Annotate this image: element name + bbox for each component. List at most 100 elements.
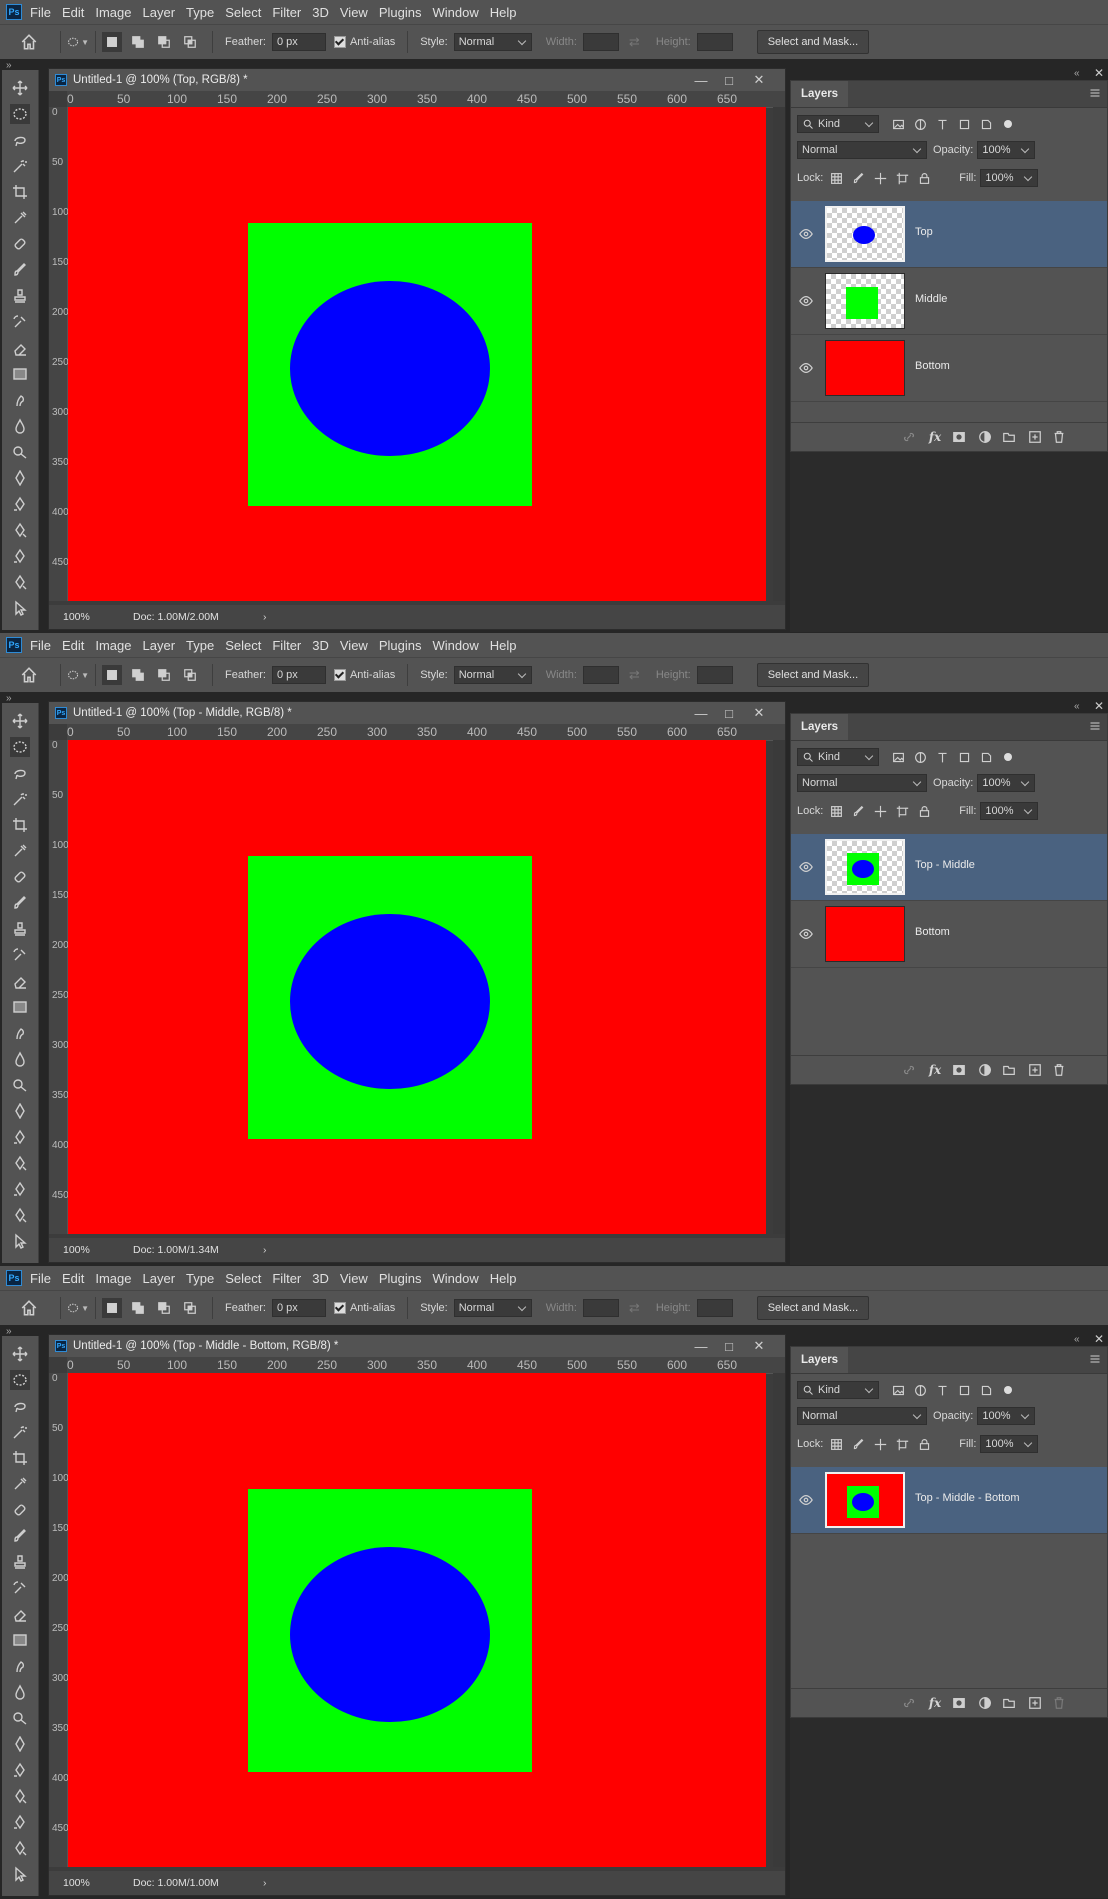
swap-dimensions-icon[interactable]: ⇄ — [629, 1300, 640, 1316]
menu-file[interactable]: File — [30, 5, 51, 20]
layer-thumbnail[interactable] — [825, 906, 905, 962]
lock-pixels-icon[interactable] — [829, 1437, 843, 1451]
menu-filter[interactable]: Filter — [272, 5, 301, 20]
filter-image-icon[interactable] — [891, 750, 905, 764]
layer-row[interactable]: Top — [791, 201, 1107, 268]
filter-image-icon[interactable] — [891, 117, 905, 131]
zoom-level[interactable]: 100% — [63, 611, 133, 623]
panel-menu-icon[interactable] — [1089, 1353, 1101, 1368]
menu-plugins[interactable]: Plugins — [379, 1271, 422, 1286]
image-canvas[interactable] — [68, 107, 766, 601]
layer-row[interactable]: Middle — [791, 268, 1107, 335]
filter-type-icon[interactable] — [935, 117, 949, 131]
filter-type-icon[interactable] — [935, 750, 949, 764]
intersect-selection-icon[interactable] — [180, 665, 200, 685]
menu-file[interactable]: File — [30, 638, 51, 653]
visibility-eye-icon[interactable] — [799, 294, 813, 308]
adjustment-layer-icon[interactable] — [977, 430, 993, 444]
lock-position-icon[interactable] — [873, 804, 887, 818]
layer-thumbnail[interactable] — [825, 340, 905, 396]
clone-stamp-icon[interactable] — [10, 1552, 30, 1572]
intersect-selection-icon[interactable] — [180, 32, 200, 52]
menu-edit[interactable]: Edit — [62, 5, 84, 20]
status-menu-arrow-icon[interactable]: › — [263, 611, 267, 623]
width-input[interactable] — [582, 666, 619, 684]
subtract-from-selection-icon[interactable] — [154, 1298, 174, 1318]
anti-alias-checkbox[interactable] — [333, 1302, 346, 1314]
height-input[interactable] — [696, 666, 733, 684]
menu-filter[interactable]: Filter — [272, 638, 301, 653]
lasso-icon[interactable] — [10, 130, 30, 150]
fill-input[interactable]: 100% — [980, 802, 1039, 820]
dodge-icon[interactable] — [10, 442, 30, 462]
layer-row[interactable]: Bottom — [791, 335, 1107, 402]
layer-thumbnail[interactable] — [825, 273, 905, 329]
gradient-icon[interactable] — [10, 997, 30, 1017]
panel-menu-icon[interactable] — [1089, 87, 1101, 102]
lock-all-icon[interactable] — [917, 1437, 931, 1451]
convert-point-icon[interactable] — [10, 1205, 30, 1225]
document-tab[interactable]: Ps Untitled-1 @ 100% (Top - Middle - Bott… — [49, 1335, 785, 1357]
width-input[interactable] — [582, 33, 619, 51]
photoshop-logo-icon[interactable]: Ps — [6, 1270, 22, 1286]
convert-point-icon[interactable] — [10, 1838, 30, 1858]
add-mask-icon[interactable] — [951, 430, 967, 444]
crop-icon[interactable] — [10, 815, 30, 835]
maximize-icon[interactable]: □ — [717, 702, 741, 724]
menu-select[interactable]: Select — [225, 5, 261, 20]
menu-file[interactable]: File — [30, 1271, 51, 1286]
menu-image[interactable]: Image — [95, 638, 131, 653]
filter-smart-object-icon[interactable] — [979, 117, 993, 131]
visibility-eye-icon[interactable] — [799, 361, 813, 375]
fill-input[interactable]: 100% — [980, 1435, 1039, 1453]
lock-position-icon[interactable] — [873, 171, 887, 185]
dodge-icon[interactable] — [10, 1708, 30, 1728]
lock-artboard-icon[interactable] — [895, 1437, 909, 1451]
add-anchor-icon[interactable] — [10, 1179, 30, 1199]
curvature-pen-icon[interactable] — [10, 1786, 30, 1806]
menu-image[interactable]: Image — [95, 1271, 131, 1286]
brush-icon[interactable] — [10, 260, 30, 280]
lock-pixels-icon[interactable] — [829, 171, 843, 185]
tab-layers[interactable]: Layers — [791, 714, 849, 740]
history-brush-icon[interactable] — [10, 1578, 30, 1598]
menu-help[interactable]: Help — [490, 5, 517, 20]
layer-row[interactable]: Top - Middle — [791, 834, 1107, 901]
lock-image-pixels-icon[interactable] — [851, 171, 865, 185]
document-tab[interactable]: Ps Untitled-1 @ 100% (Top, RGB/8) * — □ ✕ — [49, 69, 785, 91]
filter-smart-object-icon[interactable] — [979, 1383, 993, 1397]
magic-wand-icon[interactable] — [10, 1422, 30, 1442]
menu-layer[interactable]: Layer — [143, 638, 176, 653]
move-icon[interactable] — [10, 711, 30, 731]
menu-help[interactable]: Help — [490, 1271, 517, 1286]
style-select[interactable]: Normal — [453, 1299, 532, 1317]
height-input[interactable] — [696, 33, 733, 51]
crop-icon[interactable] — [10, 1448, 30, 1468]
tab-layers[interactable]: Layers — [791, 1347, 849, 1373]
new-group-icon[interactable] — [1001, 1063, 1017, 1077]
vertical-scrollbar[interactable] — [773, 740, 785, 1234]
filter-image-icon[interactable] — [891, 1383, 905, 1397]
lasso-icon[interactable] — [10, 763, 30, 783]
subtract-from-selection-icon[interactable] — [154, 32, 174, 52]
menu-help[interactable]: Help — [490, 638, 517, 653]
panel-close-icon[interactable]: ✕ — [1094, 699, 1104, 713]
filter-type-icon[interactable] — [935, 1383, 949, 1397]
healing-brush-icon[interactable] — [10, 1500, 30, 1520]
menu-window[interactable]: Window — [432, 5, 478, 20]
smudge-icon[interactable] — [10, 390, 30, 410]
move-icon[interactable] — [10, 78, 30, 98]
menu-window[interactable]: Window — [432, 638, 478, 653]
curvature-pen-icon[interactable] — [10, 520, 30, 540]
blend-mode-select[interactable]: Normal — [797, 1407, 927, 1425]
lock-image-pixels-icon[interactable] — [851, 1437, 865, 1451]
feather-input[interactable]: 0 px — [271, 33, 326, 51]
dodge-icon[interactable] — [10, 1075, 30, 1095]
style-select[interactable]: Normal — [453, 666, 532, 684]
menu-plugins[interactable]: Plugins — [379, 638, 422, 653]
history-brush-icon[interactable] — [10, 945, 30, 965]
menu-image[interactable]: Image — [95, 5, 131, 20]
filter-kind-select[interactable]: Kind — [797, 1381, 879, 1399]
add-anchor-icon[interactable] — [10, 1812, 30, 1832]
new-selection-icon[interactable] — [102, 32, 122, 52]
